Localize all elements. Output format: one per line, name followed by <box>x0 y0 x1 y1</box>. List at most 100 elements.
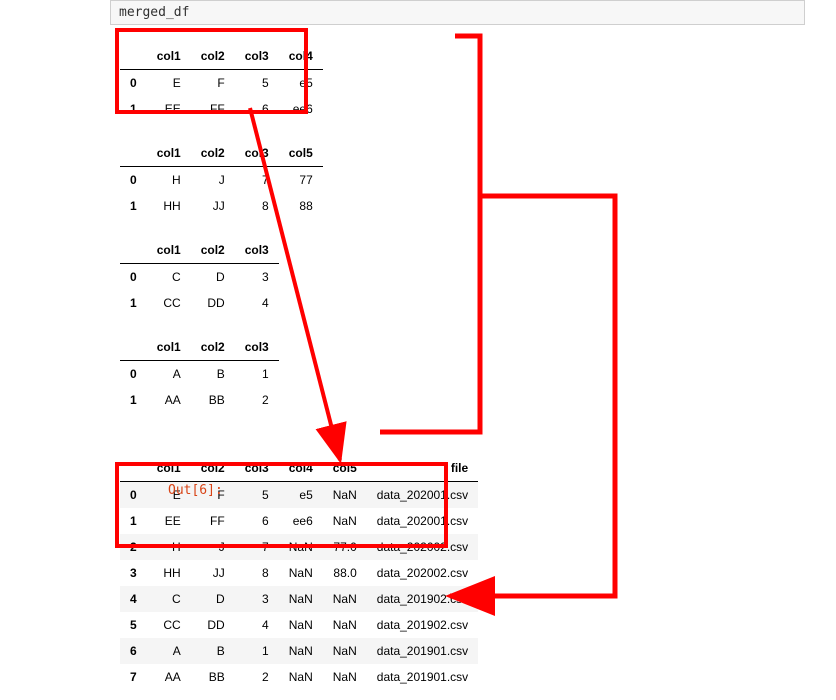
row-index: 5 <box>120 612 147 638</box>
cell: data_202001.csv <box>367 482 478 509</box>
row-index: 0 <box>120 167 147 194</box>
cell: NaN <box>279 612 323 638</box>
cell: D <box>191 586 235 612</box>
cell: F <box>191 70 235 97</box>
cell: BB <box>191 387 235 413</box>
cell: 2 <box>235 387 279 413</box>
row-index: 3 <box>120 560 147 586</box>
th: col3 <box>235 455 279 482</box>
cell: C <box>147 264 191 291</box>
th: col1 <box>147 455 191 482</box>
cell: data_202002.csv <box>367 560 478 586</box>
cell: ee6 <box>279 508 323 534</box>
row-index: 0 <box>120 70 147 97</box>
cell: NaN <box>279 560 323 586</box>
cell: HH <box>147 560 191 586</box>
th: col4 <box>279 455 323 482</box>
table-row: 1EEFF6ee6NaNdata_202001.csv <box>120 508 478 534</box>
th: col2 <box>191 455 235 482</box>
row-index: 7 <box>120 664 147 690</box>
th: col3 <box>235 140 279 167</box>
cell: 7 <box>235 534 279 560</box>
th: col2 <box>191 334 235 361</box>
table-row: 0EF5e5 <box>120 70 323 97</box>
cell: NaN <box>279 638 323 664</box>
table-row: 7AABB2NaNNaNdata_201901.csv <box>120 664 478 690</box>
cell: 6 <box>235 96 279 122</box>
row-index: 1 <box>120 387 147 413</box>
cell: NaN <box>323 508 367 534</box>
cell: 5 <box>235 70 279 97</box>
dataframe-table-3: col1 col2 col3 0CD31CCDD4 <box>120 237 279 316</box>
cell: data_201902.csv <box>367 586 478 612</box>
cell: H <box>147 534 191 560</box>
dataframe-table-1: col1 col2 col3 col4 0EF5e51EEFF6ee6 <box>120 43 323 122</box>
dataframe-table-4: col1 col2 col3 0AB11AABB2 <box>120 334 279 413</box>
th: col1 <box>147 334 191 361</box>
cell: 77 <box>279 167 323 194</box>
cell: B <box>191 361 235 388</box>
th: col3 <box>235 237 279 264</box>
cell: JJ <box>191 193 235 219</box>
cell: DD <box>191 612 235 638</box>
cell: data_202002.csv <box>367 534 478 560</box>
cell: DD <box>191 290 235 316</box>
th: col5 <box>323 455 367 482</box>
cell: B <box>191 638 235 664</box>
th: file <box>367 455 478 482</box>
code-text: merged_df <box>119 5 189 20</box>
row-index: 0 <box>120 361 147 388</box>
cell: ee6 <box>279 96 323 122</box>
th: col1 <box>147 237 191 264</box>
table-row: 3HHJJ8NaN88.0data_202002.csv <box>120 560 478 586</box>
table-row: 1CCDD4 <box>120 290 279 316</box>
cell: AA <box>147 387 191 413</box>
cell: CC <box>147 290 191 316</box>
cell: 5 <box>235 482 279 509</box>
cell: NaN <box>279 664 323 690</box>
row-index: 0 <box>120 264 147 291</box>
cell: NaN <box>279 586 323 612</box>
cell: 88 <box>279 193 323 219</box>
cell: NaN <box>323 612 367 638</box>
cell: 6 <box>235 508 279 534</box>
cell: data_202001.csv <box>367 508 478 534</box>
cell: 1 <box>235 361 279 388</box>
cell: CC <box>147 612 191 638</box>
cell: NaN <box>323 638 367 664</box>
row-index: 1 <box>120 290 147 316</box>
cell: BB <box>191 664 235 690</box>
table-row: 6AB1NaNNaNdata_201901.csv <box>120 638 478 664</box>
th: col2 <box>191 237 235 264</box>
cell: NaN <box>279 534 323 560</box>
table-row: 0CD3 <box>120 264 279 291</box>
cell: 3 <box>235 586 279 612</box>
cell: 4 <box>235 290 279 316</box>
table-row: 1HHJJ888 <box>120 193 323 219</box>
cell: HH <box>147 193 191 219</box>
cell: NaN <box>323 586 367 612</box>
cell: A <box>147 361 191 388</box>
table-row: 0HJ777 <box>120 167 323 194</box>
table-row: 0AB1 <box>120 361 279 388</box>
cell: EE <box>147 508 191 534</box>
cell: 1 <box>235 638 279 664</box>
table-row: 1EEFF6ee6 <box>120 96 323 122</box>
th: col2 <box>191 140 235 167</box>
cell: NaN <box>323 664 367 690</box>
th: col1 <box>147 140 191 167</box>
cell: 3 <box>235 264 279 291</box>
out-prompt: Out[6]: <box>168 483 223 498</box>
table-row: 1AABB2 <box>120 387 279 413</box>
th: col1 <box>147 43 191 70</box>
th: col3 <box>235 43 279 70</box>
cell: 2 <box>235 664 279 690</box>
th: col2 <box>191 43 235 70</box>
row-index: 1 <box>120 508 147 534</box>
cell: AA <box>147 664 191 690</box>
cell: H <box>147 167 191 194</box>
dataframe-table-2: col1 col2 col3 col5 0HJ7771HHJJ888 <box>120 140 323 219</box>
cell: JJ <box>191 560 235 586</box>
row-index: 2 <box>120 534 147 560</box>
code-cell[interactable]: merged_df <box>110 0 805 25</box>
